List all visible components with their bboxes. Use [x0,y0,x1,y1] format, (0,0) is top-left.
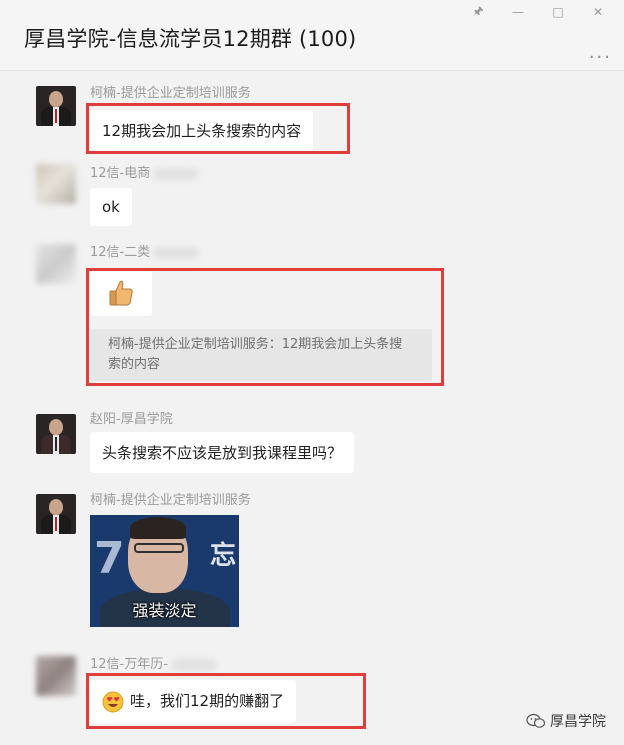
sender-name: 12信-二类 [90,241,199,260]
sender-name: 柯楠-提供企业定制培训服务 [90,86,251,101]
close-icon[interactable]: ✕ [578,4,618,20]
window-controls: 🖈 — □ ✕ [458,4,618,20]
sender-name: 赵阳-厚昌学院 [90,412,173,427]
message-bubble[interactable]: 头条搜索不应该是放到我课程里吗？ [90,432,355,473]
sender-name: 12信-电商 [90,162,199,181]
image-message[interactable]: 7 忘 强装淡定 [90,515,239,627]
sender-name: 12信-万年历- [90,653,216,672]
avatar[interactable] [36,164,76,204]
avatar[interactable] [36,244,76,284]
more-options-icon[interactable]: ... [589,42,612,63]
maximize-icon[interactable]: □ [538,4,578,20]
avatar[interactable] [36,656,76,696]
avatar[interactable] [36,414,76,454]
message-bubble[interactable]: 12期我会加上头条搜索的内容 [90,110,314,151]
watermark: 厚昌学院 [526,711,606,731]
message-bubble[interactable]: ok [90,188,132,226]
sender-name: 柯楠-提供企业定制培训服务 [90,493,251,508]
minimize-icon[interactable]: — [498,4,538,20]
chat-title: 厚昌学院-信息流学员12期群 (100) [24,27,357,51]
avatar[interactable] [36,494,76,534]
pin-icon[interactable]: 🖈 [458,4,498,20]
thumbs-up-icon [109,280,133,306]
emoji-message[interactable] [90,270,152,316]
title-bar: 🖈 — □ ✕ 厚昌学院-信息流学员12期群 (100) ... [0,0,624,71]
avatar[interactable] [36,86,76,126]
message-bubble[interactable]: 哇，我们12期的赚翻了 [90,680,297,723]
wechat-icon [526,713,546,728]
quoted-reply[interactable]: 柯楠-提供企业定制培训服务：12期我会加上头条搜索的内容 [90,329,432,381]
heart-eyes-icon [102,691,124,713]
image-caption: 强装淡定 [132,601,197,620]
